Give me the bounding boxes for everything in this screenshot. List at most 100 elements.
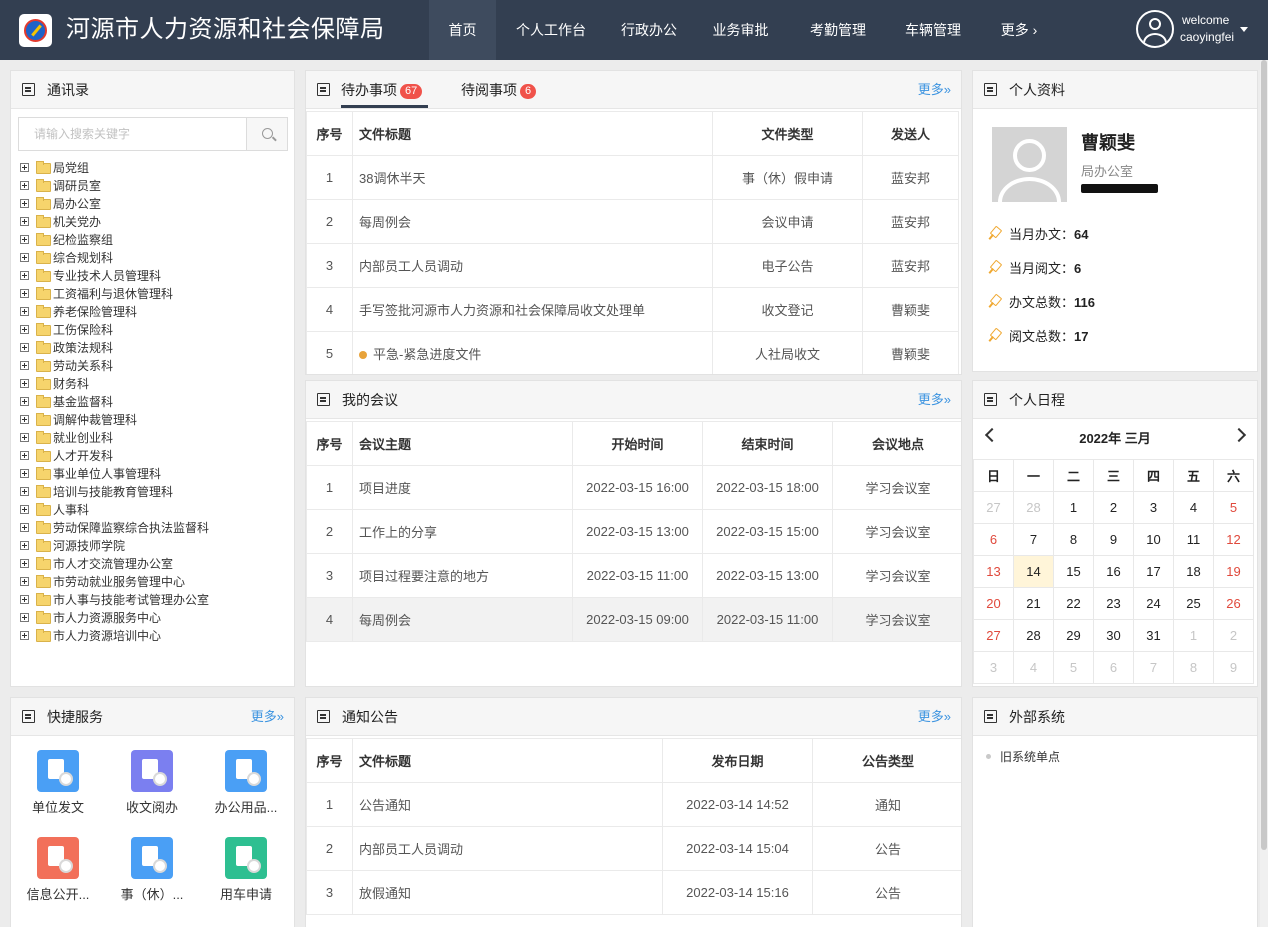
tree-node[interactable]: 市人才交流管理办公室 [20, 555, 292, 573]
tree-node[interactable]: 工资福利与退休管理科 [20, 285, 292, 303]
expand-plus-icon[interactable] [20, 451, 29, 460]
expand-plus-icon[interactable] [20, 595, 29, 604]
calendar-day[interactable]: 6 [1093, 651, 1134, 684]
table-row[interactable]: 4 每周例会 2022-03-15 09:00 2022-03-15 11:00 学习会… [306, 597, 961, 642]
calendar-day[interactable]: 14 [1013, 555, 1054, 588]
expand-plus-icon[interactable] [20, 181, 29, 190]
expand-plus-icon[interactable] [20, 541, 29, 550]
user-avatar-icon[interactable] [1136, 10, 1174, 48]
tree-node[interactable]: 财务科 [20, 375, 292, 393]
tree-node[interactable]: 培训与技能教育管理科 [20, 483, 292, 501]
services-more-link[interactable]: 更多» [251, 698, 284, 736]
tab-to-read[interactable]: 待阅事项 6 [461, 71, 537, 108]
tree-node[interactable]: 养老保险管理科 [20, 303, 292, 321]
tree-node[interactable]: 劳动保障监察综合执法监督科 [20, 519, 292, 537]
expand-plus-icon[interactable] [20, 235, 29, 244]
calendar-day[interactable]: 5 [1213, 491, 1254, 524]
calendar-day[interactable]: 2 [1213, 619, 1254, 652]
contacts-search-input[interactable] [18, 117, 247, 151]
calendar-day[interactable]: 11 [1173, 523, 1214, 556]
tree-node[interactable]: 河源技师学院 [20, 537, 292, 555]
calendar-day[interactable]: 25 [1173, 587, 1214, 620]
page-scrollbar[interactable] [1260, 60, 1268, 927]
expand-plus-icon[interactable] [20, 523, 29, 532]
calendar-day[interactable]: 7 [1133, 651, 1174, 684]
tree-node[interactable]: 基金监督科 [20, 393, 292, 411]
table-row[interactable]: 2 每周例会 会议申请 蓝安邦 [306, 199, 959, 244]
service-tile[interactable]: 信息公开... [13, 837, 103, 903]
calendar-day[interactable]: 20 [973, 587, 1014, 620]
nav-personal-workbench[interactable]: 个人工作台 [496, 0, 606, 60]
service-tile[interactable]: 单位发文 [13, 750, 103, 816]
expand-plus-icon[interactable] [20, 307, 29, 316]
calendar-day[interactable]: 31 [1133, 619, 1174, 652]
nav-admin-office[interactable]: 行政办公 [606, 0, 692, 60]
calendar-day[interactable]: 26 [1213, 587, 1254, 620]
service-tile[interactable]: 事（休）... [107, 837, 197, 903]
calendar-day[interactable]: 12 [1213, 523, 1254, 556]
tree-node[interactable]: 机关党办 [20, 213, 292, 231]
calendar-day[interactable]: 19 [1213, 555, 1254, 588]
calendar-day[interactable]: 4 [1173, 491, 1214, 524]
expand-plus-icon[interactable] [20, 577, 29, 586]
table-row[interactable]: 1 项目进度 2022-03-15 16:00 2022-03-15 18:00 学习会… [306, 465, 961, 510]
nav-home[interactable]: 首页 [429, 0, 496, 60]
tree-node[interactable]: 局办公室 [20, 195, 292, 213]
calendar-day[interactable]: 2 [1093, 491, 1134, 524]
table-row[interactable]: 3 放假通知 2022-03-14 15:16 公告 [306, 870, 961, 915]
expand-plus-icon[interactable] [20, 631, 29, 640]
calendar-day[interactable]: 10 [1133, 523, 1174, 556]
calendar-day[interactable]: 16 [1093, 555, 1134, 588]
expand-plus-icon[interactable] [20, 613, 29, 622]
expand-plus-icon[interactable] [20, 433, 29, 442]
calendar-day[interactable]: 8 [1053, 523, 1094, 556]
expand-plus-icon[interactable] [20, 271, 29, 280]
tree-node[interactable]: 就业创业科 [20, 429, 292, 447]
expand-plus-icon[interactable] [20, 505, 29, 514]
calendar-day[interactable]: 28 [1013, 619, 1054, 652]
service-tile[interactable]: 用车申请 [201, 837, 291, 903]
tree-node[interactable]: 人才开发科 [20, 447, 292, 465]
calendar-day[interactable]: 1 [1173, 619, 1214, 652]
nav-more[interactable]: 更多 › [979, 0, 1059, 60]
tree-node[interactable]: 综合规划科 [20, 249, 292, 267]
calendar-day[interactable]: 5 [1053, 651, 1094, 684]
table-row[interactable]: 5 平急-紧急进度文件 人社局收文 曹颖斐 [306, 331, 959, 374]
calendar-day[interactable]: 29 [1053, 619, 1094, 652]
calendar-day[interactable]: 1 [1053, 491, 1094, 524]
calendar-day[interactable]: 15 [1053, 555, 1094, 588]
scrollbar-thumb[interactable] [1261, 60, 1267, 850]
expand-plus-icon[interactable] [20, 199, 29, 208]
table-row[interactable]: 4 手写签批河源市人力资源和社会保障局收文处理单 收文登记 曹颖斐 [306, 287, 959, 332]
calendar-day[interactable]: 27 [973, 491, 1014, 524]
tree-node[interactable]: 劳动关系科 [20, 357, 292, 375]
calendar-day[interactable]: 22 [1053, 587, 1094, 620]
service-tile[interactable]: 收文阅办 [107, 750, 197, 816]
expand-plus-icon[interactable] [20, 325, 29, 334]
calendar-day[interactable]: 24 [1133, 587, 1174, 620]
meetings-more-link[interactable]: 更多» [918, 381, 951, 419]
calendar-day[interactable]: 13 [973, 555, 1014, 588]
table-row[interactable]: 3 内部员工人员调动 电子公告 蓝安邦 [306, 243, 959, 288]
tree-node[interactable]: 调研员室 [20, 177, 292, 195]
expand-plus-icon[interactable] [20, 379, 29, 388]
expand-plus-icon[interactable] [20, 469, 29, 478]
tab-todo[interactable]: 待办事项 67 [341, 71, 429, 108]
tree-node[interactable]: 专业技术人员管理科 [20, 267, 292, 285]
calendar-day[interactable]: 8 [1173, 651, 1214, 684]
external-system-link[interactable]: 旧系统单点 [986, 748, 1060, 765]
table-row[interactable]: 1 公告通知 2022-03-14 14:52 通知 [306, 782, 961, 827]
calendar-day[interactable]: 23 [1093, 587, 1134, 620]
tree-node[interactable]: 局党组 [20, 159, 292, 177]
notices-more-link[interactable]: 更多» [918, 698, 951, 736]
calendar-day[interactable]: 7 [1013, 523, 1054, 556]
expand-plus-icon[interactable] [20, 361, 29, 370]
calendar-day[interactable]: 28 [1013, 491, 1054, 524]
expand-plus-icon[interactable] [20, 343, 29, 352]
user-menu[interactable]: welcome caoyingfei [1180, 12, 1234, 46]
table-row[interactable]: 1 38调休半天 事（休）假申请 蓝安邦 [306, 155, 959, 200]
calendar-day[interactable]: 30 [1093, 619, 1134, 652]
calendar-day[interactable]: 18 [1173, 555, 1214, 588]
tree-node[interactable]: 纪检监察组 [20, 231, 292, 249]
expand-plus-icon[interactable] [20, 253, 29, 262]
